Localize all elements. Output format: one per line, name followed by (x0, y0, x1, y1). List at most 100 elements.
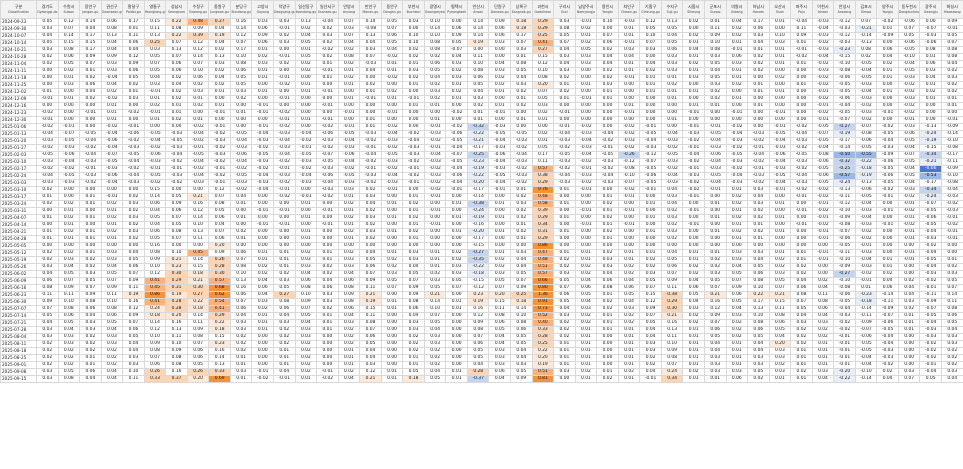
table-cell: 0.17 (79, 46, 102, 54)
table-cell: 0.03 (359, 228, 382, 236)
table-cell: 0.13 (165, 46, 188, 54)
table-cell: -0.13 (854, 39, 878, 47)
table-cell: 0.20 (531, 81, 555, 89)
table-cell: 0.08 (143, 347, 167, 355)
table-cell: -0.04 (337, 137, 361, 145)
table-cell: -0.01 (423, 221, 447, 229)
table-cell: 0.02 (316, 263, 339, 271)
table-cell: 0.02 (725, 326, 749, 334)
table-cell: -0.02 (876, 361, 899, 369)
header-region: 덕양구 Deogyang-gu (273, 0, 296, 19)
table-cell: 0.07 (380, 284, 404, 292)
table-cell: -0.02 (122, 137, 145, 145)
table-cell: 0.29 (531, 25, 555, 33)
table-cell: 0.25 (531, 340, 555, 348)
table-cell: 0.00 (445, 312, 468, 320)
table-cell: -0.27 (466, 249, 490, 257)
table-cell: -0.04 (660, 130, 684, 138)
table-cell: 0.03 (703, 368, 727, 376)
table-cell: -0.21 (854, 25, 878, 33)
table-cell: 0.03 (488, 270, 512, 278)
table-row: 2025-01-27 -0.02 -0.03 -0.02 -0.04 -0.03 -0.02… (0, 144, 963, 152)
table-cell: -0.02 (143, 179, 167, 187)
table-row: 2025-01-06 -0.02 -0.01 0.00 -0.02 -0.01 0.00 0.… (0, 123, 963, 131)
table-cell: 0.02 (423, 347, 447, 355)
row-date: 2025-06-02 (0, 270, 37, 278)
table-cell: 0.28 (165, 298, 188, 306)
table-cell: -0.03 (273, 130, 296, 138)
table-cell: 0.11 (531, 158, 555, 166)
table-cell: -0.03 (596, 179, 619, 187)
header-label-en: Suwon (63, 9, 75, 14)
table-cell: 0.01 (251, 326, 275, 334)
table-cell: -0.03 (940, 193, 963, 201)
table-cell: 0.02 (682, 270, 705, 278)
table-cell: 0.00 (294, 95, 318, 103)
table-cell: 0.01 (596, 312, 619, 320)
table-cell: 0.09 (660, 277, 684, 285)
table-cell: 0.12 (229, 32, 253, 40)
table-cell: -0.04 (488, 179, 512, 187)
table-cell: 0.05 (725, 270, 749, 278)
table-cell: -0.17 (919, 179, 942, 187)
table-cell: -0.04 (596, 130, 619, 138)
table-cell: -0.01 (316, 221, 339, 229)
table-cell: 0.04 (510, 256, 533, 264)
table-cell: 0.05 (100, 319, 124, 327)
table-cell: 0.22 (165, 18, 188, 26)
table-cell: 0.11 (100, 291, 124, 299)
table-cell: 0.00 (445, 340, 468, 348)
table-cell: 0.00 (122, 102, 145, 110)
table-cell: 0.02 (682, 312, 705, 320)
table-cell: -0.24 (833, 179, 856, 187)
header-label-en: Guri (561, 9, 568, 14)
table-cell: 0.00 (316, 354, 339, 362)
table-cell: 0.07 (186, 340, 210, 348)
table-cell: 0.02 (790, 333, 813, 341)
table-cell: -0.01 (294, 193, 318, 201)
table-cell: -0.02 (57, 165, 81, 173)
table-cell: 0.01 (510, 53, 533, 61)
table-cell: 0.01 (122, 88, 145, 96)
table-cell: 0.06 (100, 18, 124, 26)
table-cell: 0.03 (940, 74, 963, 82)
table-cell: 0.01 (337, 354, 361, 362)
table-cell: -0.01 (359, 144, 382, 152)
table-cell: -0.03 (660, 158, 684, 166)
row-date: 2025-09-08 (0, 368, 37, 376)
table-cell: -0.02 (79, 179, 102, 187)
table-cell: 0.01 (682, 249, 705, 257)
table-cell: 0.17 (79, 32, 102, 40)
table-cell: 0.30 (165, 270, 188, 278)
table-cell: -0.03 (833, 312, 856, 320)
table-cell: 0.08 (402, 298, 425, 306)
header-row: 구분 Classification 경기도 Gyeonggi-do 수원시 Suwon 장안… (0, 0, 963, 19)
table-cell: -0.09 (876, 32, 899, 40)
table-cell: 0.04 (380, 46, 404, 54)
table-cell: 0.03 (510, 361, 533, 369)
table-cell: 0.02 (617, 319, 641, 327)
table-cell: 0.02 (251, 305, 275, 313)
table-cell: -0.01 (423, 144, 447, 152)
table-cell: -0.05 (639, 130, 662, 138)
table-cell: 0.03 (122, 200, 145, 208)
table-cell: 0.01 (682, 326, 705, 334)
table-cell: 0.03 (940, 270, 963, 278)
table-cell: 0.01 (682, 67, 705, 75)
table-cell: 0.01 (36, 214, 59, 222)
table-cell: 0.01 (423, 249, 447, 257)
table-cell: 0.03 (36, 368, 59, 376)
header-region: 구리시 Guri (553, 0, 576, 19)
table-cell: 0.01 (488, 228, 512, 236)
table-cell: 0.01 (273, 263, 296, 271)
table-cell: 0.01 (445, 95, 468, 103)
table-cell: 0.04 (596, 53, 619, 61)
table-cell: 0.10 (747, 284, 770, 292)
table-cell: 0.02 (402, 214, 425, 222)
table-cell: 0.03 (79, 326, 102, 334)
table-cell: -0.22 (466, 263, 490, 271)
table-cell: 0.48 (186, 18, 210, 26)
table-cell: 0.07 (337, 32, 361, 40)
table-cell: 0.15 (57, 39, 81, 47)
table-cell: 0.03 (510, 46, 533, 54)
